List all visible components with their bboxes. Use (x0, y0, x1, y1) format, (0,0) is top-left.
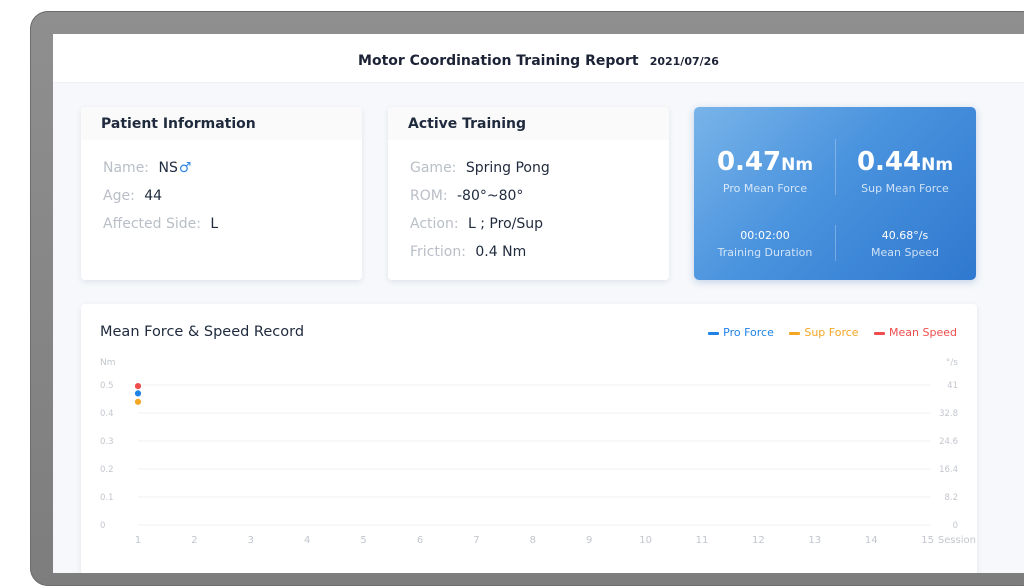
x-tick-label: 5 (360, 535, 366, 546)
x-tick-label: 12 (752, 535, 765, 546)
duration-value: 00:02:00 (740, 229, 790, 242)
x-tick-label: 3 (248, 535, 254, 546)
action-label: Action: (410, 216, 459, 232)
x-tick-label: 2 (191, 535, 197, 546)
y-left-tick-label: 0.4 (100, 409, 114, 419)
y-right-tick-label: 41 (947, 381, 958, 391)
x-tick-label: 13 (808, 535, 821, 546)
patient-side-row: Affected Side: L (103, 210, 362, 238)
stats-divider-top (835, 139, 836, 195)
y-right-tick-label: 8.2 (944, 493, 958, 503)
patient-info-heading: Patient Information (81, 107, 362, 140)
y-left-tick-label: 0.5 (100, 381, 114, 391)
y-right-tick-label: 24.6 (939, 437, 958, 447)
sup-mean-force-stat: 0.44Nm Sup Mean Force (840, 147, 970, 195)
pro-force-label: Pro Mean Force (722, 182, 808, 195)
x-tick-label: 1 (135, 535, 141, 546)
patient-age-row: Age: 44 (103, 182, 362, 210)
name-label: Name: (103, 160, 150, 176)
data-point-mean-speed (134, 382, 142, 390)
x-axis-title: Session (938, 535, 976, 546)
x-tick-label: 6 (417, 535, 423, 546)
y-left-tick-label: 0 (100, 521, 105, 531)
report-header: Motor Coordination Training Report 2021/… (53, 34, 1024, 83)
age-label: Age: (103, 188, 135, 204)
friction-value: 0.4 Nm (475, 244, 527, 260)
active-training-card: Active Training Game: Spring Pong ROM: -… (388, 107, 669, 280)
speed-value: 40.68°/s (881, 229, 929, 242)
y-right-tick-label: 16.4 (939, 465, 958, 475)
affected-side-label: Affected Side: (103, 216, 201, 232)
report-screen: Motor Coordination Training Report 2021/… (53, 34, 1024, 573)
y-left-unit-label: Nm (100, 358, 116, 368)
action-row: Action: L ; Pro/Sup (410, 210, 669, 238)
data-point-sup-force (134, 397, 142, 406)
pro-mean-force-stat: 0.47Nm Pro Mean Force (700, 147, 830, 195)
mean-speed-stat: 40.68°/s Mean Speed (840, 229, 970, 259)
force-speed-chart-card: Mean Force & Speed Record Pro Force Sup … (81, 304, 977, 573)
x-tick-label: 9 (586, 535, 592, 546)
stats-divider-bottom (835, 225, 836, 261)
active-training-heading: Active Training (388, 107, 669, 140)
affected-side-value: L (210, 216, 219, 232)
x-tick-label: 4 (304, 535, 310, 546)
rom-value: -80°~80° (457, 188, 524, 204)
pro-force-unit: Nm (781, 155, 814, 175)
game-value: Spring Pong (465, 160, 550, 176)
y-right-tick-label: 0 (953, 521, 958, 531)
age-value: 44 (144, 188, 163, 204)
sup-force-unit: Nm (921, 155, 954, 175)
data-point-pro-force (134, 389, 142, 398)
report-title: Motor Coordination Training Report (358, 53, 639, 69)
rom-label: ROM: (410, 188, 448, 204)
rom-row: ROM: -80°~80° (410, 182, 669, 210)
y-left-tick-label: 0.2 (100, 465, 114, 475)
game-row: Game: Spring Pong (410, 154, 669, 182)
force-speed-chart: Nm °/s00.10.20.30.40.508.216.424.632.8411… (100, 358, 976, 546)
x-tick-label: 7 (473, 535, 479, 546)
report-date: 2021/07/26 (649, 55, 719, 68)
speed-label: Mean Speed (871, 246, 939, 259)
x-tick-label: 10 (639, 535, 652, 546)
action-value: L ; Pro/Sup (468, 216, 544, 232)
x-tick-label: 8 (530, 535, 536, 546)
sup-force-value: 0.44 (856, 147, 922, 177)
friction-label: Friction: (410, 244, 466, 260)
training-duration-stat: 00:02:00 Training Duration (700, 229, 830, 259)
name-value: NS (158, 160, 178, 176)
friction-row: Friction: 0.4 Nm (410, 238, 669, 266)
male-icon: ♂ (178, 160, 192, 176)
y-left-tick-label: 0.3 (100, 437, 114, 447)
game-label: Game: (410, 160, 457, 176)
x-tick-label: 14 (865, 535, 878, 546)
x-tick-label: 15 (921, 535, 934, 546)
y-right-unit-label: °/s (946, 358, 959, 368)
y-right-tick-label: 32.8 (939, 409, 958, 419)
duration-label: Training Duration (717, 246, 813, 259)
stats-panel: 0.47Nm Pro Mean Force 0.44Nm Sup Mean Fo… (694, 107, 976, 280)
y-left-tick-label: 0.1 (100, 493, 114, 503)
patient-name-row: Name: NS♂ (103, 154, 362, 182)
x-tick-label: 11 (696, 535, 709, 546)
sup-force-label: Sup Mean Force (861, 182, 949, 195)
patient-info-card: Patient Information Name: NS♂ Age: 44 Af… (81, 107, 362, 280)
pro-force-value: 0.47 (716, 147, 782, 177)
